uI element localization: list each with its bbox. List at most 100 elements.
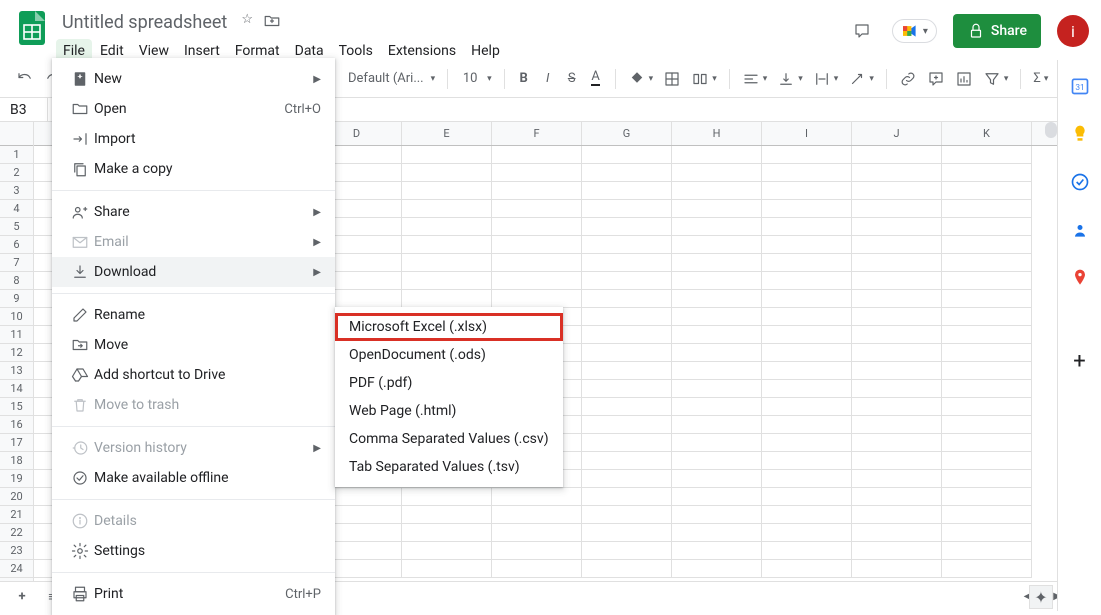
row-header[interactable]: 21 <box>0 506 33 524</box>
download-csv[interactable]: Comma Separated Values (.csv) <box>335 425 563 453</box>
menu-add-shortcut[interactable]: Add shortcut to Drive <box>52 360 335 390</box>
row-header[interactable]: 17 <box>0 434 33 452</box>
column-header[interactable]: F <box>492 122 582 145</box>
download-ods[interactable]: OpenDocument (.ods) <box>335 341 563 369</box>
row-header[interactable]: 7 <box>0 254 33 272</box>
menu-tools[interactable]: Tools <box>332 39 380 63</box>
row-header[interactable]: 11 <box>0 326 33 344</box>
horizontal-align-button[interactable] <box>738 67 772 91</box>
row-header[interactable]: 4 <box>0 200 33 218</box>
text-rotation-button[interactable] <box>844 67 878 91</box>
submenu-arrow-icon: ▶ <box>313 207 321 218</box>
text-wrap-button[interactable] <box>809 67 843 91</box>
row-header[interactable]: 22 <box>0 524 33 542</box>
merge-cells-button[interactable] <box>687 67 721 91</box>
insert-comment-button[interactable] <box>923 67 949 91</box>
strikethrough-button[interactable]: S <box>561 67 583 91</box>
fill-color-button[interactable] <box>624 67 658 91</box>
download-html[interactable]: Web Page (.html) <box>335 397 563 425</box>
column-header[interactable]: J <box>852 122 942 145</box>
tasks-icon[interactable] <box>1070 172 1090 192</box>
row-header[interactable]: 9 <box>0 290 33 308</box>
menu-settings[interactable]: Settings <box>52 536 335 566</box>
name-box[interactable]: B3 <box>0 98 48 121</box>
font-size-selector[interactable]: 10 <box>456 69 496 88</box>
row-header[interactable]: 12 <box>0 344 33 362</box>
insert-link-button[interactable] <box>895 67 921 91</box>
row-header[interactable]: 6 <box>0 236 33 254</box>
menu-email[interactable]: Email ▶ <box>52 227 335 257</box>
vertical-scrollbar-thumb[interactable] <box>1045 122 1057 138</box>
keep-icon[interactable] <box>1070 124 1090 144</box>
filter-button[interactable] <box>979 67 1013 91</box>
download-tsv[interactable]: Tab Separated Values (.tsv) <box>335 453 563 481</box>
menu-make-copy[interactable]: Make a copy <box>52 154 335 184</box>
insert-chart-button[interactable] <box>951 67 977 91</box>
maps-icon[interactable] <box>1070 268 1090 288</box>
row-header[interactable]: 13 <box>0 362 33 380</box>
bold-button[interactable]: B <box>513 67 535 91</box>
menu-new[interactable]: New ▶ <box>52 64 335 94</box>
row-header[interactable]: 14 <box>0 380 33 398</box>
menu-version-history[interactable]: Version history ▶ <box>52 433 335 463</box>
calendar-icon[interactable]: 31 <box>1070 76 1090 96</box>
document-title[interactable]: Untitled spreadsheet <box>56 10 233 35</box>
font-selector[interactable]: Default (Ari... <box>344 69 439 88</box>
menu-move[interactable]: Move <box>52 330 335 360</box>
row-header[interactable]: 2 <box>0 164 33 182</box>
row-header[interactable]: 15 <box>0 398 33 416</box>
column-header[interactable]: K <box>942 122 1032 145</box>
row-header[interactable]: 20 <box>0 488 33 506</box>
borders-button[interactable] <box>659 67 685 91</box>
column-header[interactable]: G <box>582 122 672 145</box>
row-header[interactable]: 8 <box>0 272 33 290</box>
row-header[interactable]: 3 <box>0 182 33 200</box>
functions-button[interactable]: Σ <box>1029 67 1052 91</box>
submenu-arrow-icon: ▶ <box>313 74 321 85</box>
menu-print[interactable]: Print Ctrl+P <box>52 579 335 609</box>
add-sheet-button[interactable]: + <box>8 585 36 609</box>
text-color-button[interactable]: A <box>585 67 607 91</box>
vertical-align-button[interactable] <box>773 67 807 91</box>
menu-import[interactable]: Import <box>52 124 335 154</box>
row-header[interactable]: 24 <box>0 560 33 578</box>
download-xlsx[interactable]: Microsoft Excel (.xlsx) <box>335 313 563 341</box>
menu-label: Make a copy <box>94 161 321 177</box>
side-panel: 31 + <box>1057 60 1101 611</box>
row-header[interactable]: 23 <box>0 542 33 560</box>
menu-move-trash[interactable]: Move to trash <box>52 390 335 420</box>
column-header[interactable]: E <box>402 122 492 145</box>
contacts-icon[interactable] <box>1070 220 1090 240</box>
menu-make-available-offline[interactable]: Make available offline <box>52 463 335 493</box>
italic-button[interactable]: I <box>537 67 559 91</box>
select-all-corner[interactable] <box>0 122 33 146</box>
row-header[interactable]: 10 <box>0 308 33 326</box>
row-header[interactable]: 1 <box>0 146 33 164</box>
explore-button[interactable]: ✦ <box>1029 585 1053 609</box>
star-icon[interactable]: ☆ <box>241 12 253 34</box>
download-pdf[interactable]: PDF (.pdf) <box>335 369 563 397</box>
menu-share[interactable]: Share ▶ <box>52 197 335 227</box>
avatar[interactable]: i <box>1057 15 1089 47</box>
column-header[interactable]: I <box>762 122 852 145</box>
history-icon <box>66 439 94 457</box>
undo-button[interactable] <box>12 67 38 91</box>
menu-open[interactable]: Open Ctrl+O <box>52 94 335 124</box>
row-header[interactable]: 5 <box>0 218 33 236</box>
menu-label: Share <box>94 204 313 220</box>
move-to-folder-icon[interactable] <box>263 12 281 34</box>
share-button[interactable]: Share <box>953 14 1041 48</box>
menu-details[interactable]: Details <box>52 506 335 536</box>
sheets-logo[interactable] <box>12 8 52 48</box>
menu-download[interactable]: Download ▶ <box>52 257 335 287</box>
menu-rename[interactable]: Rename <box>52 300 335 330</box>
meet-button[interactable]: ▾ <box>892 19 937 43</box>
add-ons-button[interactable]: + <box>1070 351 1090 371</box>
row-header[interactable]: 18 <box>0 452 33 470</box>
row-header[interactable]: 19 <box>0 470 33 488</box>
row-header[interactable]: 16 <box>0 416 33 434</box>
column-header[interactable]: H <box>672 122 762 145</box>
comments-icon[interactable] <box>848 17 876 45</box>
menu-extensions[interactable]: Extensions <box>381 39 463 63</box>
menu-help[interactable]: Help <box>464 39 507 63</box>
